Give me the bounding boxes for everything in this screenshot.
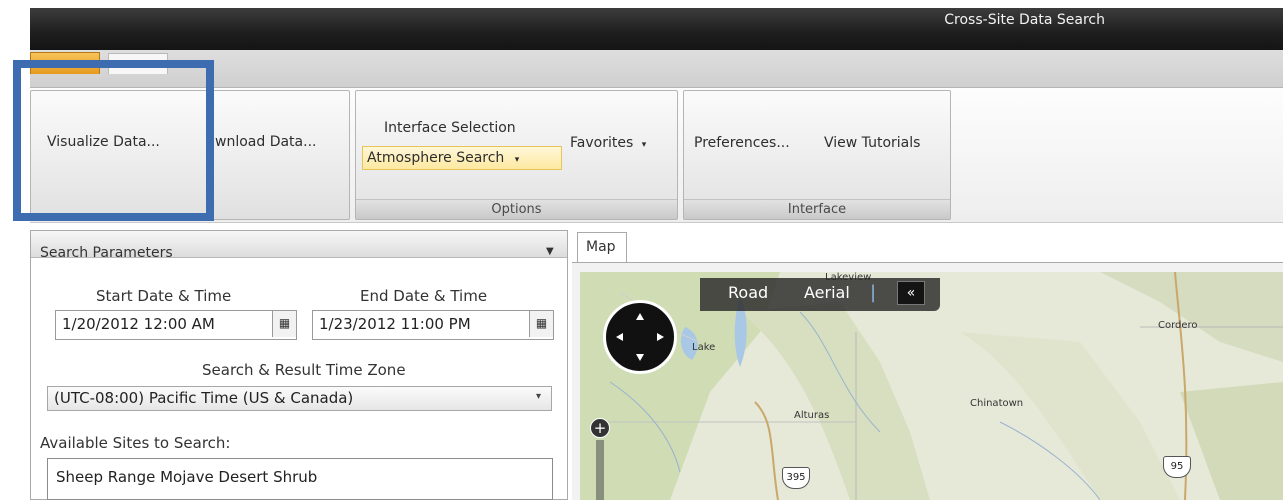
- chevron-down-icon: ▾: [641, 140, 647, 150]
- search-parameters-title: Search Parameters: [40, 245, 173, 261]
- ribbon-tab-strip: [30, 50, 1283, 88]
- collapse-toolbar-button[interactable]: «: [897, 281, 925, 305]
- list-item[interactable]: Sheep Range Mojave Desert Shrub: [56, 468, 317, 486]
- favorites-label: Favorites: [570, 135, 634, 151]
- start-date-label: Start Date & Time: [96, 287, 232, 305]
- tab-map[interactable]: Map: [577, 232, 627, 262]
- chevron-down-icon[interactable]: ▾: [536, 391, 541, 402]
- end-date-input[interactable]: 1/23/2012 11:00 PM: [312, 310, 554, 340]
- interface-selection-label: Interface Selection: [384, 120, 516, 136]
- chevron-down-icon[interactable]: ▼: [546, 246, 554, 257]
- favorites-button[interactable]: Favorites ▾: [570, 135, 646, 151]
- download-data-button[interactable]: wnload Data...: [215, 134, 316, 150]
- start-date-input[interactable]: 1/20/2012 12:00 AM: [55, 310, 297, 340]
- us-95-shield-icon: 95: [1163, 456, 1191, 478]
- us-395-shield-icon: 395: [782, 467, 810, 489]
- timezone-label: Search & Result Time Zone: [202, 361, 406, 379]
- chevron-down-icon: ▾: [514, 155, 520, 165]
- pan-arrows-icon: [616, 313, 664, 361]
- calendar-icon[interactable]: ▦: [529, 311, 553, 337]
- view-tutorials-button[interactable]: View Tutorials: [824, 135, 920, 151]
- window-title: Cross-Site Data Search: [944, 12, 1105, 28]
- interface-selection-value: Atmosphere Search: [367, 150, 505, 166]
- road-view-button[interactable]: Road: [728, 283, 768, 302]
- toolbar-separator: |: [870, 282, 877, 303]
- zoom-in-button[interactable]: +: [590, 418, 610, 438]
- interface-selection-dropdown[interactable]: Atmosphere Search ▾: [362, 146, 562, 170]
- ribbon-group-interface: Interface: [683, 90, 951, 220]
- map-label-alturas: Alturas: [794, 410, 830, 421]
- highlight-annotation-box: [13, 60, 214, 221]
- aerial-view-button[interactable]: Aerial: [804, 283, 850, 302]
- end-date-label: End Date & Time: [360, 287, 488, 305]
- timezone-select[interactable]: (UTC-08:00) Pacific Time (US & Canada): [47, 386, 552, 411]
- calendar-icon[interactable]: ▦: [272, 311, 296, 337]
- zoom-slider[interactable]: [596, 440, 604, 500]
- map-pan-compass-icon[interactable]: [603, 300, 677, 374]
- map-label-chinatown: Chinatown: [970, 398, 1024, 409]
- map-label-lake: Lake: [692, 342, 716, 353]
- preferences-button[interactable]: Preferences...: [694, 135, 790, 151]
- map-label-cordero: Cordero: [1158, 320, 1198, 331]
- interface-group-footer: Interface: [684, 199, 950, 219]
- available-sites-label: Available Sites to Search:: [40, 434, 231, 452]
- options-group-footer: Options: [356, 199, 677, 219]
